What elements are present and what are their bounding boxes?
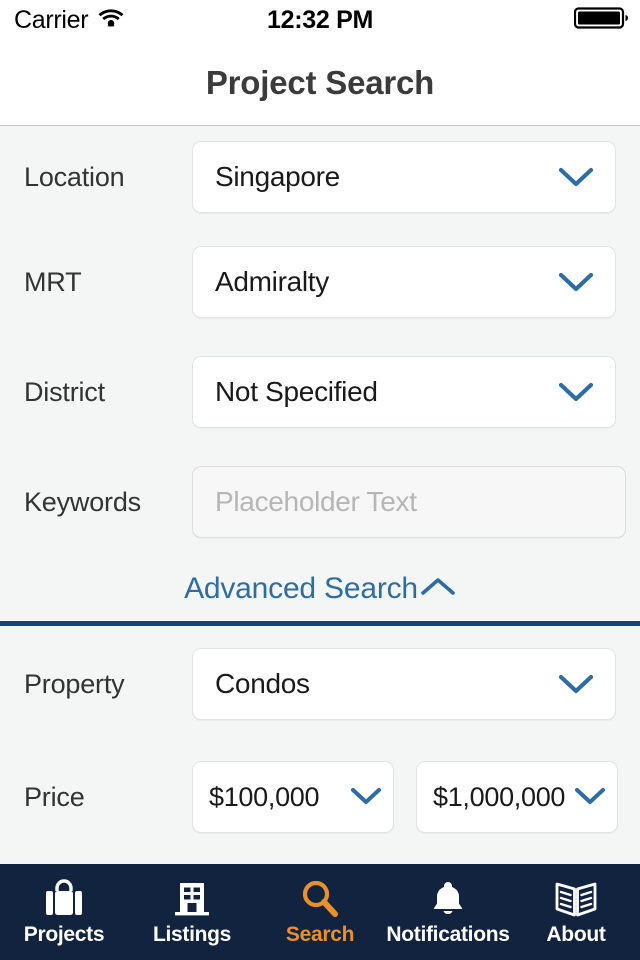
nav-header: Project Search [0, 40, 640, 126]
label-property: Property [24, 668, 125, 699]
location-value: Singapore [215, 161, 340, 192]
advanced-search-toggle[interactable]: Advanced Search [0, 557, 640, 621]
mrt-value: Admiralty [215, 266, 329, 297]
advanced-search-label: Advanced Search [184, 572, 418, 605]
status-bar-right [573, 6, 630, 35]
keywords-input[interactable]: Placeholder Text [192, 466, 626, 538]
search-form: Location Singapore MRT Admiralty Distric… [0, 127, 640, 864]
page-title: Project Search [205, 63, 435, 101]
property-value: Condos [215, 668, 310, 699]
price-max-value: $1,000,000 [433, 781, 566, 812]
building-icon [171, 877, 213, 921]
form-row-price: Price $100,000 $1,000,000 [0, 742, 640, 852]
chevron-down-icon [558, 272, 594, 292]
tab-label-notifications: Notifications [386, 923, 510, 946]
battery-full-icon [573, 6, 630, 35]
form-row-mrt: MRT Admiralty [0, 227, 640, 337]
price-min-select[interactable]: $100,000 [192, 761, 394, 833]
property-select[interactable]: Condos [192, 648, 616, 720]
briefcase-icon [41, 877, 87, 921]
chevron-up-icon [420, 575, 456, 604]
tab-search[interactable]: Search [256, 864, 384, 960]
bell-icon [428, 877, 468, 921]
open-book-icon [553, 877, 599, 921]
phone-screen: Carrier 12:32 PM Project Search Location… [0, 0, 640, 960]
price-range-group: $100,000 $1,000,000 [192, 761, 618, 833]
tab-label-search: Search [285, 923, 355, 946]
form-row-property: Property Condos [0, 626, 640, 742]
mrt-select[interactable]: Admiralty [192, 246, 616, 318]
location-select[interactable]: Singapore [192, 141, 616, 213]
label-district: District [24, 376, 105, 407]
tab-about[interactable]: About [512, 864, 640, 960]
district-value: Not Specified [215, 376, 378, 407]
district-select[interactable]: Not Specified [192, 356, 616, 428]
label-keywords: Keywords [24, 486, 141, 517]
price-min-value: $100,000 [209, 781, 320, 812]
tab-label-listings: Listings [152, 923, 232, 946]
tab-label-projects: Projects [23, 923, 105, 946]
label-price: Price [24, 781, 85, 812]
form-row-district: District Not Specified [0, 337, 640, 447]
magnifying-glass-icon [298, 877, 342, 921]
label-location: Location [24, 161, 125, 192]
tab-notifications[interactable]: Notifications [384, 864, 512, 960]
chevron-down-icon [558, 674, 594, 694]
label-mrt: MRT [24, 266, 82, 297]
status-bar-time: 12:32 PM [267, 5, 373, 34]
form-row-keywords: Keywords Placeholder Text [0, 447, 640, 557]
chevron-down-icon [575, 787, 605, 807]
tab-listings[interactable]: Listings [128, 864, 256, 960]
keywords-placeholder: Placeholder Text [215, 486, 417, 517]
chevron-down-icon [558, 382, 594, 402]
tab-projects[interactable]: Projects [0, 864, 128, 960]
bottom-tab-bar: Projects Listings Search Notifications A… [0, 864, 640, 960]
chevron-down-icon [351, 787, 381, 807]
status-bar: Carrier 12:32 PM [0, 0, 640, 40]
tab-label-about: About [546, 923, 606, 946]
chevron-down-icon [558, 167, 594, 187]
price-max-select[interactable]: $1,000,000 [416, 761, 618, 833]
form-row-location: Location Singapore [0, 127, 640, 227]
